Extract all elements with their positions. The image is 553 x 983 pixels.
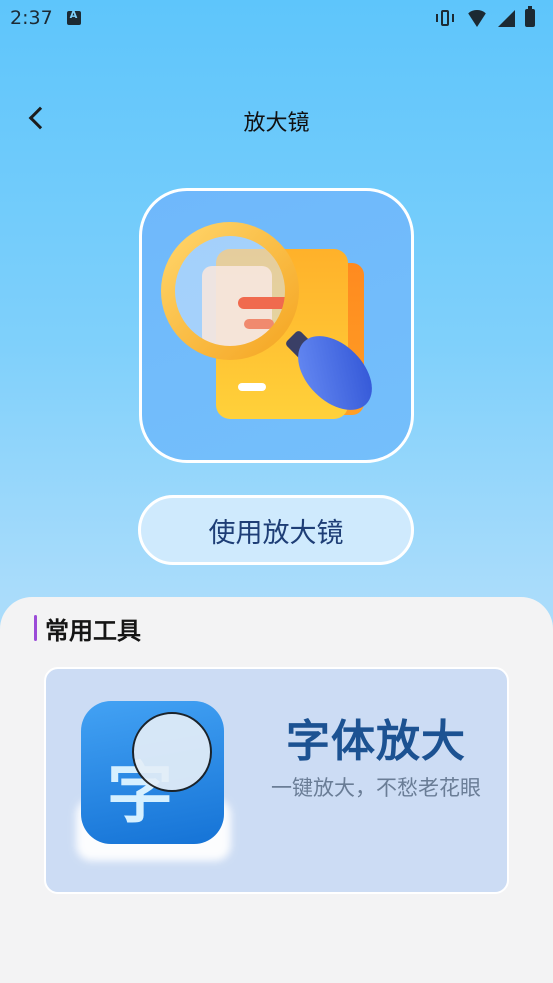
magnifier-document-icon [139, 188, 414, 463]
use-magnifier-button[interactable]: 使用放大镜 [138, 495, 414, 565]
use-magnifier-button-label: 使用放大镜 [208, 517, 344, 549]
font-zoom-illustration: 字 字 [107, 712, 212, 832]
section-title: 常用工具 [45, 617, 141, 645]
section-accent-bar [34, 615, 37, 641]
top-app-bar: 放大镜 [0, 90, 553, 150]
common-tools-panel: 常用工具 字 字 字体放大 一键放大，不愁老花眼 [0, 597, 553, 983]
status-left: 2:37 [10, 7, 81, 29]
font-zoom-tool-card[interactable]: 字 字 字体放大 一键放大，不愁老花眼 [44, 667, 509, 894]
tool-description: 一键放大，不愁老花眼 [271, 776, 481, 800]
notification-a-icon [66, 10, 81, 25]
battery-charging-icon [525, 6, 535, 27]
page-title: 放大镜 [243, 111, 310, 136]
status-time: 2:37 [10, 7, 53, 29]
status-right [434, 6, 535, 27]
status-bar: 2:37 [0, 0, 553, 36]
signal-icon [498, 9, 515, 27]
vibrate-icon [434, 9, 456, 27]
font-zoom-icon: 字 字 [81, 701, 224, 844]
wifi-icon [466, 9, 488, 27]
magnifier-illustration [161, 222, 372, 419]
tool-name: 字体放大 [286, 716, 466, 767]
